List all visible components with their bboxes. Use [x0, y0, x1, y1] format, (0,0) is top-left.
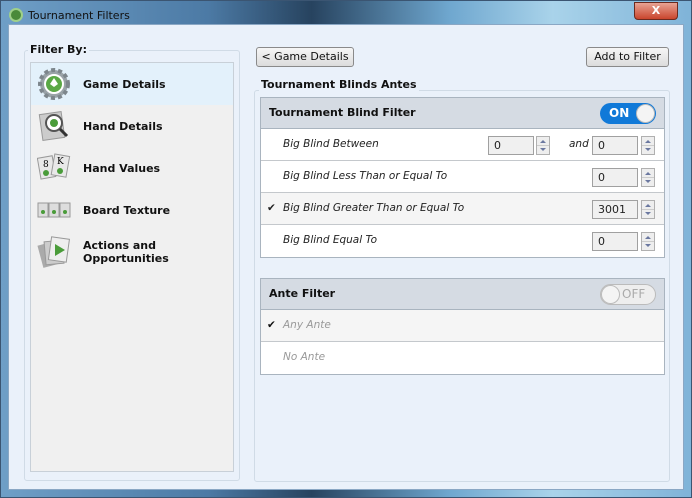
toggle-knob [601, 285, 620, 304]
sidebar-item-label: Actions and Opportunities [83, 239, 169, 265]
svg-text:K: K [57, 157, 64, 167]
and-label: and [569, 138, 589, 150]
window-title: Tournament Filters [28, 9, 130, 22]
toggle-label: ON [609, 106, 630, 120]
three-cards-icon [37, 193, 71, 227]
row-label: Big Blind Greater Than or Equal To [283, 202, 465, 214]
blind-filter-panel: Tournament Blind Filter ON Big Blind Bet… [260, 97, 665, 258]
cards-arrow-icon [37, 235, 71, 269]
back-game-details-button[interactable]: < Game Details [256, 47, 354, 67]
sidebar-item-board-texture[interactable]: Board Texture [31, 189, 233, 231]
title-bar[interactable]: Tournament Filters X [1, 1, 692, 25]
between-max-input[interactable]: 0 [592, 136, 638, 155]
between-min-spinner[interactable] [536, 136, 550, 155]
row-label: Big Blind Between [283, 138, 379, 150]
ante-filter-toggle[interactable]: OFF [600, 284, 656, 305]
ante-row-none[interactable]: No Ante [261, 342, 664, 374]
close-button[interactable]: X [634, 2, 678, 20]
row-label: Any Ante [283, 319, 331, 331]
less-equal-spinner[interactable] [641, 168, 655, 187]
blind-filter-toggle[interactable]: ON [600, 103, 656, 124]
blind-filter-header: Tournament Blind Filter ON [261, 98, 664, 129]
filter-row-less-equal[interactable]: Big Blind Less Than or Equal To 0 [261, 161, 664, 193]
between-min-input[interactable]: 0 [488, 136, 534, 155]
gear-spade-icon [37, 67, 71, 101]
sidebar-item-game-details[interactable]: Game Details [31, 63, 233, 105]
sidebar-item-label: Board Texture [83, 203, 171, 217]
row-label: No Ante [283, 351, 326, 363]
ante-filter-header: Ante Filter OFF [261, 279, 664, 310]
row-label: Big Blind Equal To [283, 234, 378, 246]
toggle-label: OFF [622, 287, 646, 301]
svg-text:8: 8 [43, 160, 49, 170]
equal-spinner[interactable] [641, 232, 655, 251]
toggle-knob [636, 104, 655, 123]
sidebar-item-label: Game Details [83, 77, 166, 91]
blinds-antes-label: Tournament Blinds Antes [259, 78, 419, 91]
sidebar-item-actions[interactable]: Actions and Opportunities [31, 231, 233, 273]
greater-equal-spinner[interactable] [641, 200, 655, 219]
filter-row-between[interactable]: Big Blind Between 0 and 0 [261, 129, 664, 161]
blind-filter-title: Tournament Blind Filter [269, 106, 416, 119]
ante-filter-panel: Ante Filter OFF ✔ Any Ante No Ante [260, 278, 665, 375]
filter-row-equal[interactable]: Big Blind Equal To 0 [261, 225, 664, 257]
sidebar-item-label: Hand Details [83, 119, 163, 133]
app-icon [9, 8, 23, 22]
ante-filter-title: Ante Filter [269, 287, 336, 300]
less-equal-input[interactable]: 0 [592, 168, 638, 187]
magnifier-card-icon [37, 109, 71, 143]
check-icon: ✔ [267, 319, 276, 331]
add-to-filter-button[interactable]: Add to Filter [586, 47, 669, 67]
equal-input[interactable]: 0 [592, 232, 638, 251]
sidebar-item-label: Hand Values [83, 161, 161, 175]
row-label: Big Blind Less Than or Equal To [283, 170, 448, 182]
sidebar-item-hand-details[interactable]: Hand Details [31, 105, 233, 147]
filter-by-label: Filter By: [28, 43, 89, 56]
sidebar-item-hand-values[interactable]: 8K Hand Values [31, 147, 233, 189]
check-icon: ✔ [267, 202, 276, 214]
between-max-spinner[interactable] [641, 136, 655, 155]
greater-equal-input[interactable]: 3001 [592, 200, 638, 219]
two-cards-icon: 8K [36, 151, 71, 185]
filter-category-list: Game Details Hand Details 8K Hand Values… [30, 62, 234, 472]
filter-row-greater-equal[interactable]: ✔ Big Blind Greater Than or Equal To 300… [261, 193, 664, 225]
ante-row-any[interactable]: ✔ Any Ante [261, 310, 664, 342]
